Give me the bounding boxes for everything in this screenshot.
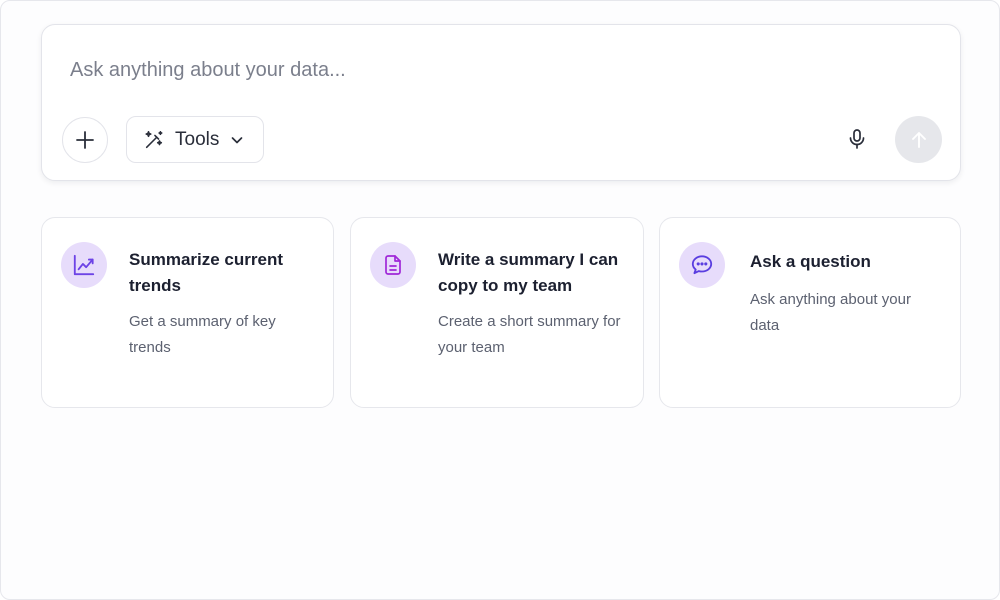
suggestion-icon-badge bbox=[679, 242, 725, 288]
wand-icon bbox=[145, 130, 163, 148]
suggestion-card-ask-question[interactable]: Ask a question Ask anything about your d… bbox=[659, 217, 961, 408]
suggestion-card-write-summary[interactable]: Write a summary I can copy to my team Cr… bbox=[350, 217, 644, 408]
suggestion-description: Get a summary of key trends bbox=[129, 313, 276, 356]
suggestion-card-summarize-trends[interactable]: Summarize current trends Get a summary o… bbox=[41, 217, 334, 408]
document-icon bbox=[385, 255, 401, 275]
suggestion-description: Ask anything about your data bbox=[750, 291, 911, 334]
chevron-down-icon bbox=[232, 136, 243, 143]
microphone-icon bbox=[849, 129, 865, 149]
chat-composer: Tools bbox=[41, 24, 961, 181]
add-attachment-button[interactable] bbox=[62, 117, 108, 163]
send-button[interactable] bbox=[895, 116, 942, 163]
suggestion-description: Create a short summary for your team bbox=[438, 313, 621, 356]
app-frame: Tools Summarize current bbox=[0, 0, 1000, 600]
arrow-up-icon bbox=[911, 131, 926, 148]
suggestion-icon-badge bbox=[370, 242, 416, 288]
suggestion-title: Summarize current trends bbox=[129, 250, 283, 295]
suggestion-title: Write a summary I can copy to my team bbox=[438, 250, 619, 295]
tools-button-label: Tools bbox=[175, 128, 220, 150]
suggestion-title: Ask a question bbox=[750, 252, 871, 271]
tools-button[interactable]: Tools bbox=[126, 116, 264, 163]
suggestion-icon-badge bbox=[61, 242, 107, 288]
chat-bubble-icon bbox=[691, 255, 713, 275]
plus-icon bbox=[76, 131, 94, 149]
prompt-input[interactable] bbox=[70, 55, 930, 85]
trend-line-chart-icon bbox=[73, 254, 95, 276]
voice-input-button[interactable] bbox=[840, 122, 874, 156]
